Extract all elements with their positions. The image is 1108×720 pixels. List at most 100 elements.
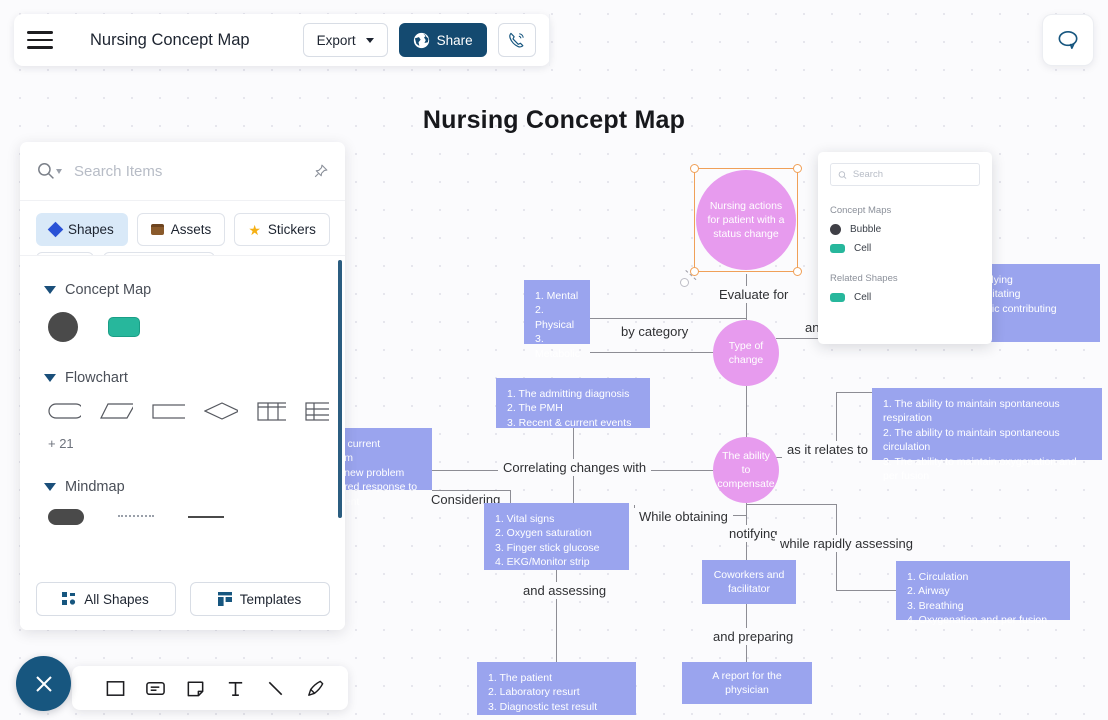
export-button[interactable]: Export <box>302 23 388 57</box>
close-icon <box>35 675 52 692</box>
shapes-panel[interactable]: Shapes Assets ★ Stickers Concept Map Flo… <box>20 142 345 630</box>
node-category[interactable]: 1. Mental 2. Physical 3. Metabolic <box>524 280 590 360</box>
search-icon[interactable] <box>36 161 56 181</box>
rectangle-tool[interactable] <box>100 673 130 703</box>
edge-label-while-obtaining: While obtaining <box>634 508 733 525</box>
triangle-down-icon <box>44 374 56 382</box>
node-vitals-line-4: 4. EKG/Monitor strip <box>495 556 590 569</box>
node-maintain-line-1: 1. The ability to maintain spontaneous r… <box>883 398 1060 425</box>
shape-table-columns[interactable] <box>257 400 287 422</box>
share-button[interactable]: Share <box>398 23 487 57</box>
rotate-handle[interactable] <box>680 278 689 287</box>
card-tool[interactable] <box>140 673 170 703</box>
shape-diamond[interactable] <box>204 400 238 422</box>
edge-rapid-3 <box>836 590 896 591</box>
shape-popup-item-cell[interactable]: Cell <box>830 243 980 254</box>
flowchart-more-count[interactable]: + 21 <box>44 436 329 451</box>
panel-footer[interactable]: All Shapes Templates <box>20 568 345 630</box>
panel-search-box[interactable] <box>36 161 312 181</box>
node-cab[interactable]: 1. Circulation 2. Airway 3. Breathing 4.… <box>896 561 1070 626</box>
edge-label-evaluate-for: Evaluate for <box>714 286 794 303</box>
shape-rectangle[interactable] <box>152 400 186 422</box>
panel-tabs[interactable]: Shapes Assets ★ Stickers <box>20 201 345 252</box>
circle-shape-icon <box>830 224 841 235</box>
shape-stadium[interactable] <box>48 400 82 422</box>
tab-stickers[interactable]: ★ Stickers <box>234 213 330 246</box>
search-input[interactable] <box>74 162 312 180</box>
close-panel-button[interactable] <box>16 656 71 711</box>
node-vitals[interactable]: 1. Vital signs 2. Oxygen saturation 3. F… <box>484 503 629 570</box>
shape-shelf-flowchart[interactable] <box>44 400 330 422</box>
templates-button[interactable]: Templates <box>189 582 330 616</box>
panel-scrollbar[interactable] <box>338 260 342 518</box>
document-title[interactable]: Nursing Concept Map <box>90 31 250 50</box>
line-tool[interactable] <box>260 673 290 703</box>
node-history-line-1: 1. The admitting diagnosis <box>507 388 630 400</box>
node-labs-line-2: 2. Laboratory resurt <box>488 686 580 699</box>
star-icon: ★ <box>248 221 261 238</box>
shape-table-rows[interactable] <box>305 400 330 422</box>
shape-popup-section-title-2: Related Shapes <box>830 273 898 284</box>
tab-assets-label: Assets <box>170 222 212 237</box>
node-history[interactable]: 1. The admitting diagnosis 2. The PMH 3.… <box>496 378 650 429</box>
pin-icon[interactable] <box>312 163 329 180</box>
node-labs[interactable]: 1. The patient 2. Laboratory resurt 3. D… <box>477 662 636 715</box>
top-toolbar-actions[interactable]: Nursing Concept Map Export Share <box>66 14 550 66</box>
node-type-of-change[interactable]: Type of change <box>713 320 779 386</box>
shape-popup-item-related-cell-label: Cell <box>854 292 872 303</box>
resize-handle-top-right[interactable] <box>793 164 802 173</box>
shape-dotted-line[interactable] <box>118 515 154 519</box>
bottom-toolbar[interactable] <box>72 666 348 710</box>
shape-pill[interactable] <box>48 509 84 525</box>
node-category-line-2: 2. Physical <box>535 304 575 331</box>
shape-rounded-rect-teal[interactable] <box>108 317 140 337</box>
node-labs-line-3: 3. Diagnostic test result <box>488 700 598 713</box>
chevron-down-icon[interactable] <box>56 168 62 174</box>
tab-shapes[interactable]: Shapes <box>36 213 128 246</box>
group-header-mindmap[interactable]: Mindmap <box>44 479 329 495</box>
all-shapes-button[interactable]: All Shapes <box>35 582 176 616</box>
node-report-text: A report for the physician <box>712 669 782 696</box>
menu-button[interactable] <box>14 14 66 66</box>
text-tool[interactable] <box>220 673 250 703</box>
search-icon <box>838 170 847 179</box>
group-header-concept-map[interactable]: Concept Map <box>44 282 329 298</box>
panel-search-row[interactable] <box>20 142 345 201</box>
templates-label: Templates <box>239 591 302 607</box>
card-tool-icon <box>145 681 165 695</box>
shape-picker-popup[interactable]: Concept Maps Bubble Cell Related Shapes … <box>818 152 992 344</box>
panel-shape-list[interactable]: Concept Map Flowchart + 21 Mindmap <box>20 255 345 568</box>
node-cab-line-3: 3. Breathing <box>907 599 964 612</box>
shape-popup-search[interactable] <box>830 163 980 186</box>
edge-label-relates-to: as it relates to <box>782 441 873 458</box>
sticky-note-tool[interactable] <box>180 673 210 703</box>
shape-parallelogram[interactable] <box>100 400 134 422</box>
comments-button[interactable] <box>1042 14 1094 66</box>
canvas-title: Nursing Concept Map <box>422 106 686 134</box>
node-maintain[interactable]: 1. The ability to maintain spontaneous r… <box>872 388 1102 482</box>
tab-assets[interactable]: Assets <box>136 213 226 246</box>
resize-handle-bottom-right[interactable] <box>793 267 802 276</box>
edge-label-and-preparing: and preparing <box>708 628 799 645</box>
shape-circle[interactable] <box>48 312 78 342</box>
node-report[interactable]: A report for the physician <box>682 662 812 704</box>
edge-label-notifying: notifying <box>724 525 783 542</box>
node-coworkers[interactable]: Coworkers and facilitator <box>702 560 796 604</box>
shape-shelf-mindmap[interactable] <box>44 509 329 525</box>
group-title-concept-map: Concept Map <box>65 282 152 298</box>
top-toolbar[interactable]: Nursing Concept Map Export Share <box>14 14 550 66</box>
shape-popup-item-related-cell[interactable]: Cell <box>830 292 980 303</box>
resize-handle-top-left[interactable] <box>690 164 699 173</box>
triangle-down-icon <box>44 286 56 294</box>
group-header-flowchart[interactable]: Flowchart <box>44 370 329 386</box>
edge-rapid-1 <box>746 504 836 505</box>
node-ability-to-compensate[interactable]: The ability to compensate <box>713 437 779 503</box>
shape-popup-item-bubble[interactable]: Bubble <box>830 224 980 235</box>
selection-frame[interactable] <box>690 164 802 276</box>
node-labs-line-1: 1. The patient <box>488 672 553 684</box>
shape-popup-search-input[interactable] <box>852 169 972 180</box>
pen-tool[interactable] <box>300 673 330 703</box>
call-button[interactable] <box>497 23 536 57</box>
shape-shelf-concept-map[interactable] <box>44 312 329 342</box>
shape-solid-line[interactable] <box>188 516 224 518</box>
